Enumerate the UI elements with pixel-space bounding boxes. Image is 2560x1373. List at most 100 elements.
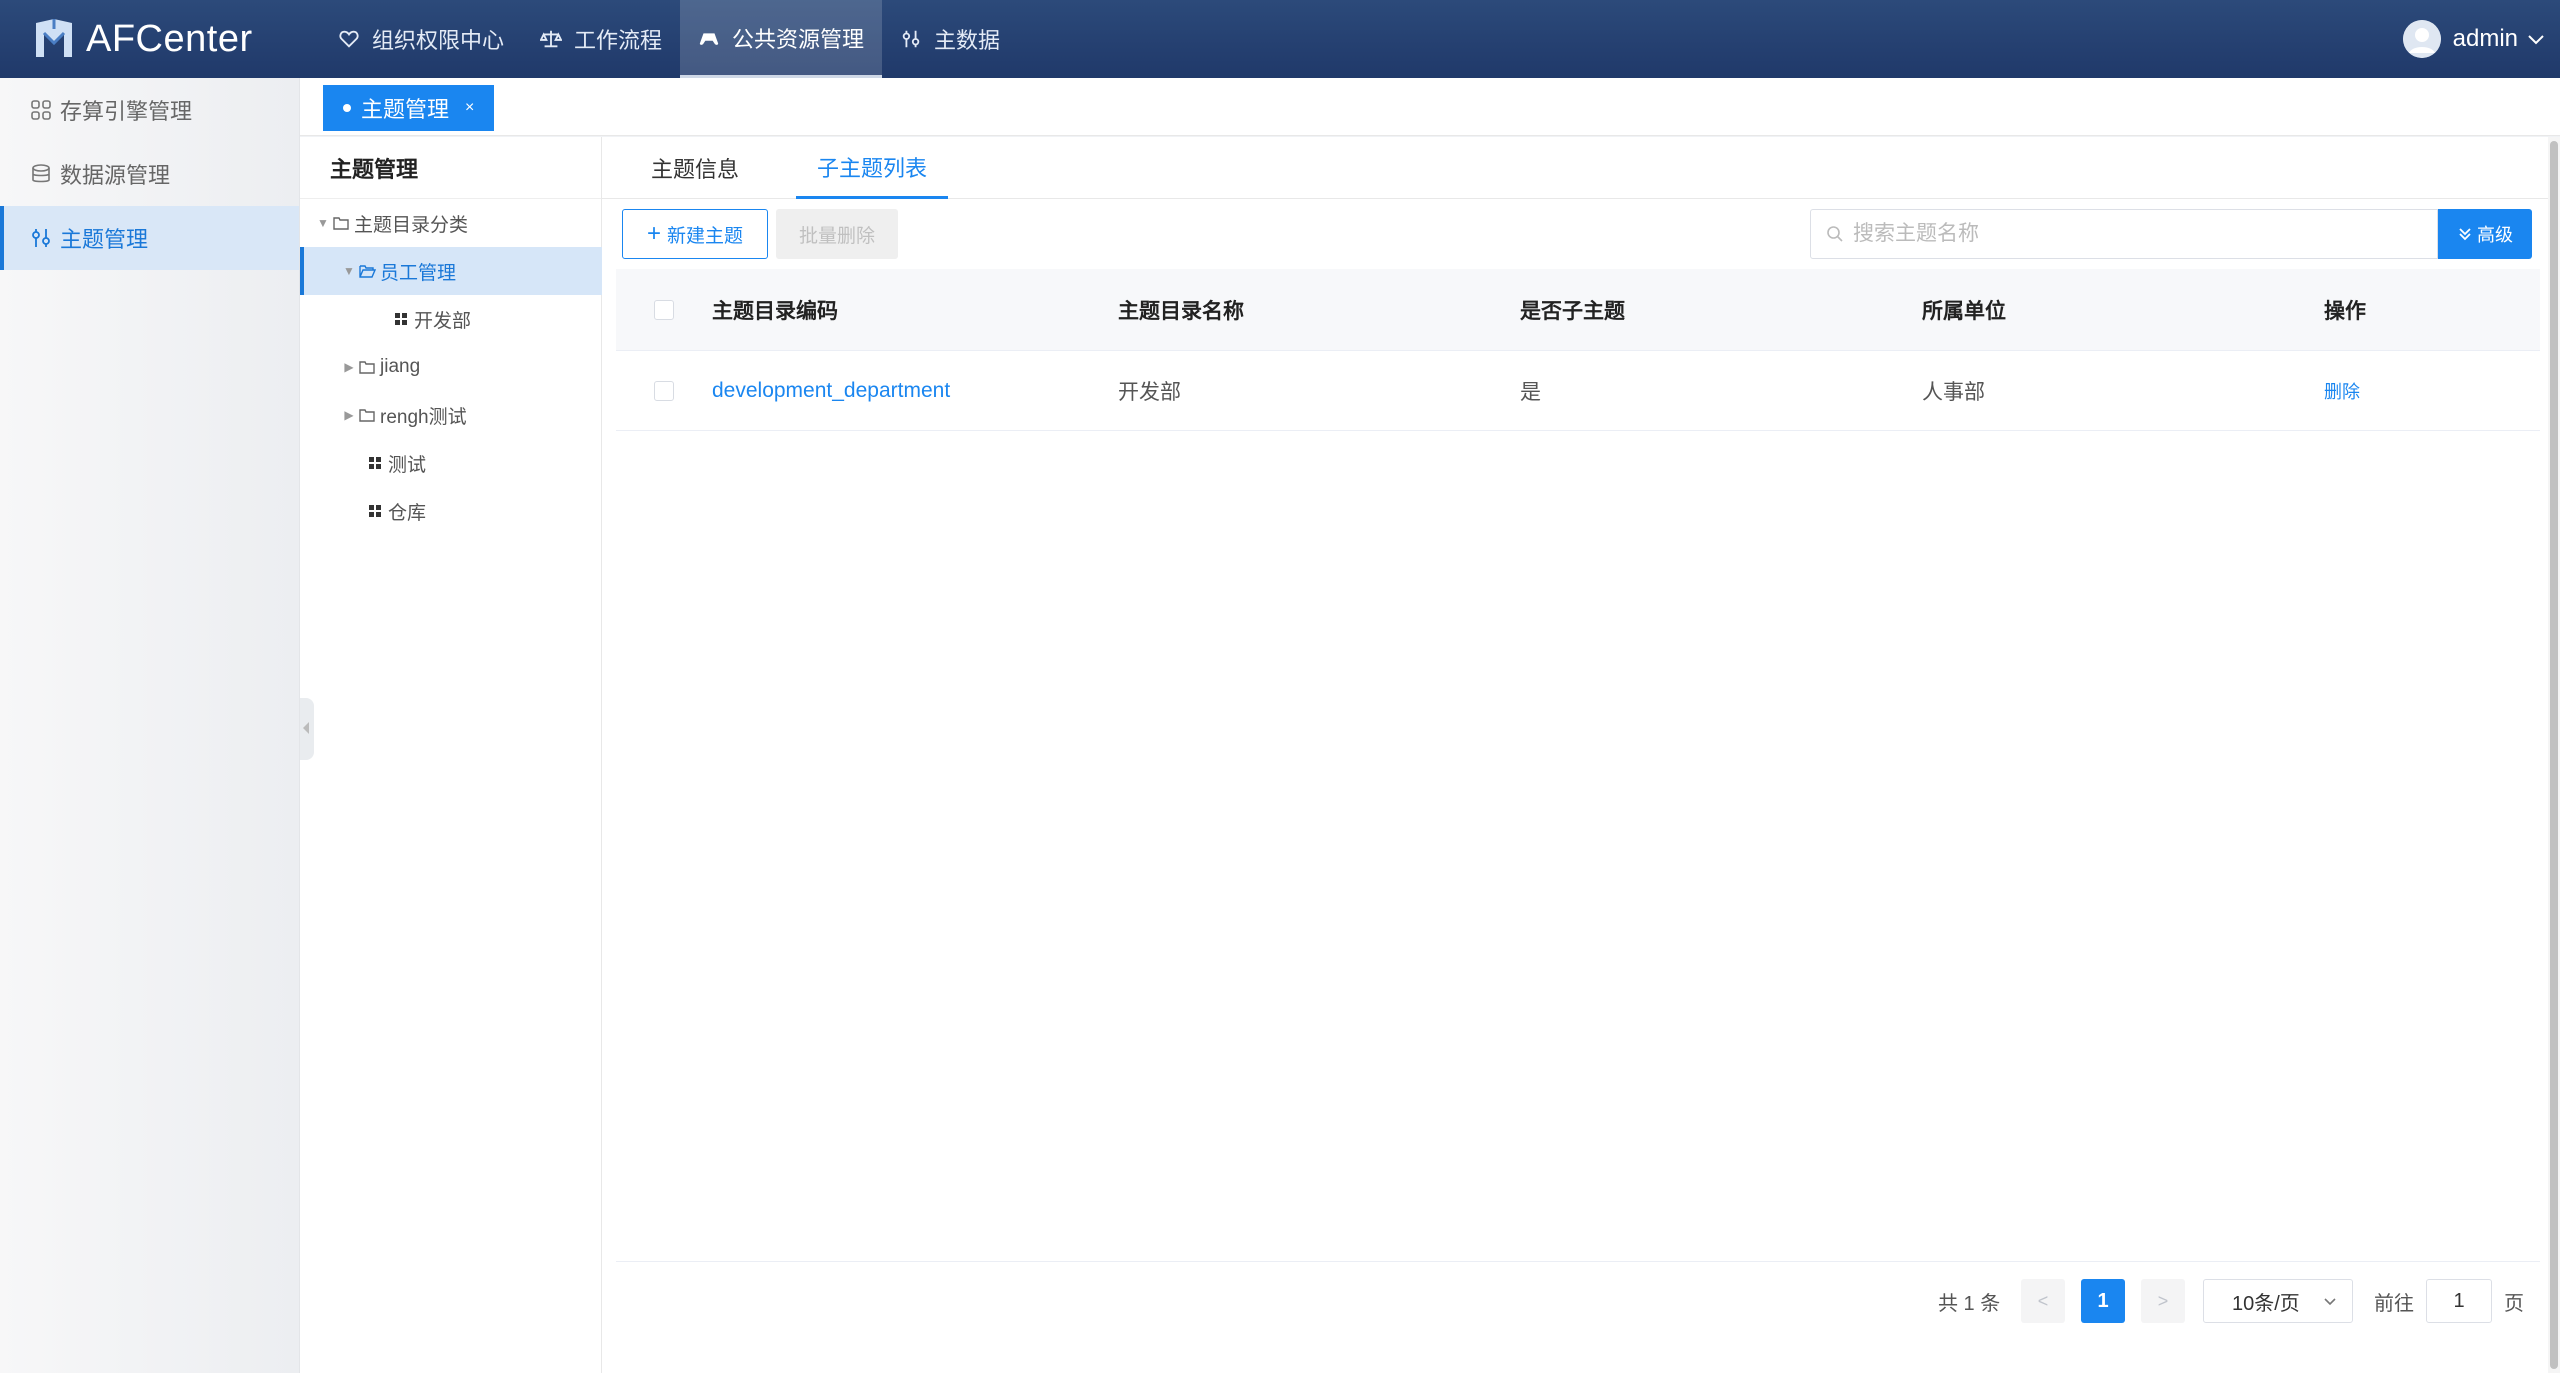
- topic-code-link[interactable]: development_department: [712, 379, 950, 402]
- tree-node-label: 测试: [388, 454, 427, 476]
- tab-topic-info[interactable]: 主题信息: [650, 137, 740, 199]
- column-header: 操作: [2324, 299, 2366, 323]
- chevron-down-icon: [2324, 1298, 2336, 1306]
- close-icon[interactable]: ×: [465, 99, 474, 117]
- topnav-public-resources[interactable]: 公共资源管理: [680, 0, 883, 78]
- header-checkbox-cell: [616, 299, 712, 320]
- sidebar-item-label: 主题管理: [60, 227, 149, 252]
- scrollbar-thumb[interactable]: [2550, 141, 2558, 1369]
- sidebar-item-compute-engine[interactable]: 存算引擎管理: [0, 78, 299, 142]
- tree-node-label: jiang: [380, 356, 421, 377]
- sliders-icon: [902, 30, 920, 48]
- total-count: 共 1 条: [1938, 1292, 2001, 1315]
- top-navigation: 组织权限中心 工作流程 公共资源管理 主数据: [320, 0, 1018, 78]
- column-header: 主题目录名称: [1118, 299, 1244, 323]
- tree-node-warehouse[interactable]: 仓库: [300, 487, 602, 535]
- list-toolbar: + 新建主题 批量删除 高级: [602, 209, 2560, 261]
- advanced-label: 高级: [2477, 225, 2513, 245]
- caret-right-icon[interactable]: ▶: [340, 360, 358, 374]
- tree-node-dev-department[interactable]: 开发部: [300, 295, 602, 343]
- double-chevron-down-icon: [2459, 228, 2471, 241]
- page-scrollbar[interactable]: [2548, 137, 2560, 1373]
- topnav-workflow[interactable]: 工作流程: [522, 0, 680, 78]
- app-name: AFCenter: [86, 17, 253, 60]
- tree-node-rengh-test[interactable]: ▶ rengh测试: [300, 391, 602, 439]
- avatar: [2402, 20, 2441, 58]
- topnav-master-data[interactable]: 主数据: [882, 0, 1018, 78]
- search-input[interactable]: [1853, 222, 2413, 246]
- search-icon: [1827, 226, 1843, 242]
- database-icon: [32, 164, 50, 183]
- caret-down-icon[interactable]: ▼: [314, 216, 332, 230]
- advanced-search-button[interactable]: 高级: [2438, 209, 2532, 259]
- folder-open-icon: [359, 265, 376, 278]
- row-checkbox-cell: [616, 380, 712, 401]
- tree-node-test[interactable]: 测试: [300, 439, 602, 487]
- tree-node-label: 仓库: [388, 502, 427, 524]
- grid-icon: [395, 313, 407, 325]
- page-tab-label: 主题管理: [361, 97, 450, 122]
- tree-node-employee-management[interactable]: ▼ 员工管理: [300, 247, 602, 295]
- topnav-org-permission[interactable]: 组织权限中心: [320, 0, 522, 78]
- left-sidebar: 存算引擎管理 数据源管理 主题管理: [0, 78, 300, 1373]
- is-subtopic-cell: 是: [1520, 380, 1541, 404]
- tree-node-label: 员工管理: [380, 262, 457, 284]
- next-page-button[interactable]: >: [2141, 1279, 2185, 1323]
- folder-icon: [359, 361, 375, 374]
- search-box[interactable]: [1810, 209, 2438, 259]
- user-menu[interactable]: admin: [2402, 0, 2546, 78]
- goto-page: 前往 1 页: [2374, 1279, 2524, 1323]
- grid-icon: [369, 457, 381, 469]
- heart-icon: [339, 30, 359, 48]
- topic-tree-panel: 主题管理 ▼ 主题目录分类 ▼ 员工管理 开发部 ▶ jiang ▶ rengh…: [300, 137, 602, 1373]
- sidebar-item-topic-management[interactable]: 主题管理: [0, 206, 299, 270]
- new-topic-label: 新建主题: [667, 225, 744, 247]
- tab-subtopic-list[interactable]: 子主题列表: [796, 137, 948, 199]
- column-header: 是否子主题: [1520, 299, 1625, 323]
- app-logo[interactable]: AFCenter: [30, 14, 253, 64]
- caret-down-icon[interactable]: ▼: [340, 264, 358, 278]
- select-all-checkbox[interactable]: [654, 299, 674, 320]
- goto-suffix: 页: [2504, 1292, 2524, 1315]
- folder-icon: [359, 409, 375, 422]
- prev-page-button[interactable]: <: [2021, 1279, 2065, 1323]
- folder-icon: [333, 217, 349, 230]
- sidebar-item-label: 存算引擎管理: [60, 99, 193, 124]
- divider: [616, 1261, 2540, 1262]
- tree-node-jiang[interactable]: ▶ jiang: [300, 343, 602, 391]
- tree-title: 主题管理: [300, 137, 601, 199]
- topic-name-cell: 开发部: [1118, 380, 1181, 404]
- column-header: 所属单位: [1922, 299, 2006, 323]
- row-checkbox[interactable]: [654, 380, 674, 401]
- balance-icon: [540, 30, 563, 48]
- tab-label: 子主题列表: [816, 155, 927, 181]
- page-size-select[interactable]: 10条/页: [2203, 1279, 2353, 1323]
- page-tab-strip: 主题管理 ×: [300, 78, 2560, 136]
- tree-collapse-handle[interactable]: [300, 698, 314, 760]
- tab-label: 主题信息: [650, 157, 739, 182]
- user-name: admin: [2452, 25, 2518, 52]
- user-avatar-icon: [2402, 20, 2441, 58]
- page-tab-topic-management[interactable]: 主题管理 ×: [323, 85, 495, 131]
- tree-node-label: 主题目录分类: [354, 214, 469, 236]
- unit-cell: 人事部: [1922, 380, 1985, 404]
- goto-prefix: 前往: [2374, 1292, 2414, 1315]
- new-topic-button[interactable]: + 新建主题: [622, 209, 768, 259]
- goto-page-input[interactable]: 1: [2426, 1279, 2492, 1323]
- page-number-current[interactable]: 1: [2081, 1279, 2125, 1323]
- subtopic-table: 主题目录编码 主题目录名称 是否子主题 所属单位 操作 development_…: [616, 269, 2540, 431]
- caret-right-icon[interactable]: ▶: [340, 408, 358, 422]
- topnav-label: 工作流程: [574, 28, 663, 53]
- tree-node-topic-catalog[interactable]: ▼ 主题目录分类: [300, 199, 602, 247]
- sidebar-item-label: 数据源管理: [60, 163, 171, 188]
- grid-icon: [31, 100, 51, 120]
- batch-delete-button[interactable]: 批量删除: [776, 209, 898, 259]
- table-row: development_department 开发部 是 人事部 删除: [616, 351, 2540, 431]
- content-tabs: 主题信息 子主题列表: [602, 137, 2560, 199]
- delete-link[interactable]: 删除: [2324, 382, 2360, 402]
- controller-icon: [699, 32, 719, 45]
- topnav-label: 主数据: [934, 28, 1001, 53]
- main-content: 主题信息 子主题列表 + 新建主题 批量删除 高级 主题目录编码 主题目录名称 …: [602, 137, 2560, 1373]
- sidebar-item-datasource[interactable]: 数据源管理: [0, 142, 299, 206]
- tree-node-label: rengh测试: [380, 406, 467, 428]
